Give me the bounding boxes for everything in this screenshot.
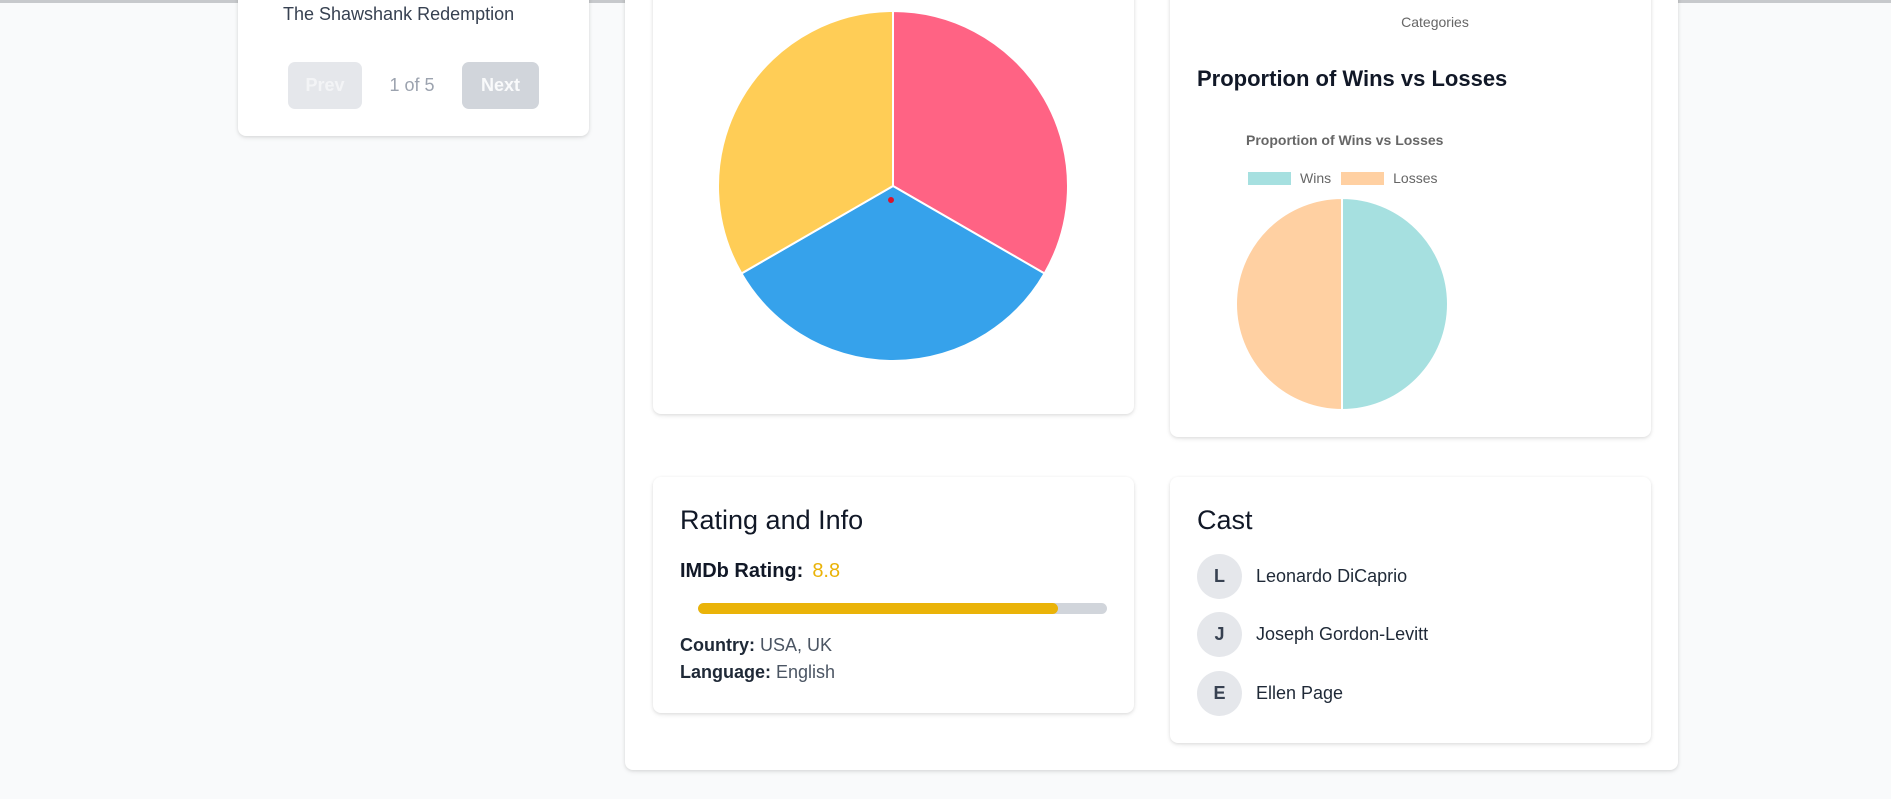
movie-list-card: The Shawshank Redemption Prev 1 of 5 Nex…	[238, 0, 589, 136]
cast-member-name: Leonardo DiCaprio	[1256, 566, 1408, 586]
legend-label-losses: Losses	[1393, 170, 1438, 186]
country-line: Country: USA, UK	[680, 635, 832, 656]
country-value: USA, UK	[760, 635, 833, 655]
pagination: Prev 1 of 5 Next	[288, 62, 539, 109]
language-value: English	[776, 662, 836, 682]
page-indicator: 1 of 5	[389, 75, 435, 95]
next-button[interactable]: Next	[462, 62, 539, 109]
imdb-rating-value: 8.8	[812, 560, 841, 582]
legend-swatch-losses	[1341, 171, 1385, 185]
chart-legend: Wins Losses	[1248, 170, 1447, 186]
rating-info-heading: Rating and Info	[680, 505, 864, 535]
cast-member-name: Joseph Gordon-Levitt	[1256, 624, 1429, 644]
prev-button[interactable]: Prev	[288, 62, 362, 109]
rating-progress-fill	[698, 603, 1058, 614]
wins-losses-heading: Proportion of Wins vs Losses	[1197, 66, 1508, 91]
legend-item-losses[interactable]: Losses	[1341, 170, 1437, 186]
avatar: E	[1197, 671, 1242, 716]
avatar: J	[1197, 612, 1242, 657]
language-label: Language:	[680, 662, 772, 682]
rating-progress-bar	[698, 603, 1107, 614]
cast-member-name: Ellen Page	[1256, 683, 1344, 703]
country-label: Country:	[680, 635, 755, 655]
x-axis-label: Categories	[1401, 14, 1469, 30]
legend-swatch-wins	[1248, 171, 1291, 185]
legend-label-wins: Wins	[1300, 170, 1332, 186]
chart-title: Proportion of Wins vs Losses	[1246, 132, 1444, 148]
legend-item-wins[interactable]: Wins	[1248, 170, 1331, 186]
imdb-rating-label: IMDb Rating:	[680, 560, 804, 582]
avatar: L	[1197, 554, 1242, 599]
cast-member[interactable]: L Leonardo DiCaprio	[1197, 554, 1407, 599]
cast-member[interactable]: J Joseph Gordon-Levitt	[1197, 612, 1428, 657]
category-pie-card	[653, 0, 1134, 414]
language-line: Language: English	[680, 662, 835, 683]
cast-member[interactable]: E Ellen Page	[1197, 671, 1343, 716]
selected-movie-title[interactable]: The Shawshank Redemption	[283, 4, 514, 25]
imdb-rating-row: IMDb Rating: 8.8	[680, 560, 840, 583]
cast-heading: Cast	[1197, 505, 1253, 535]
